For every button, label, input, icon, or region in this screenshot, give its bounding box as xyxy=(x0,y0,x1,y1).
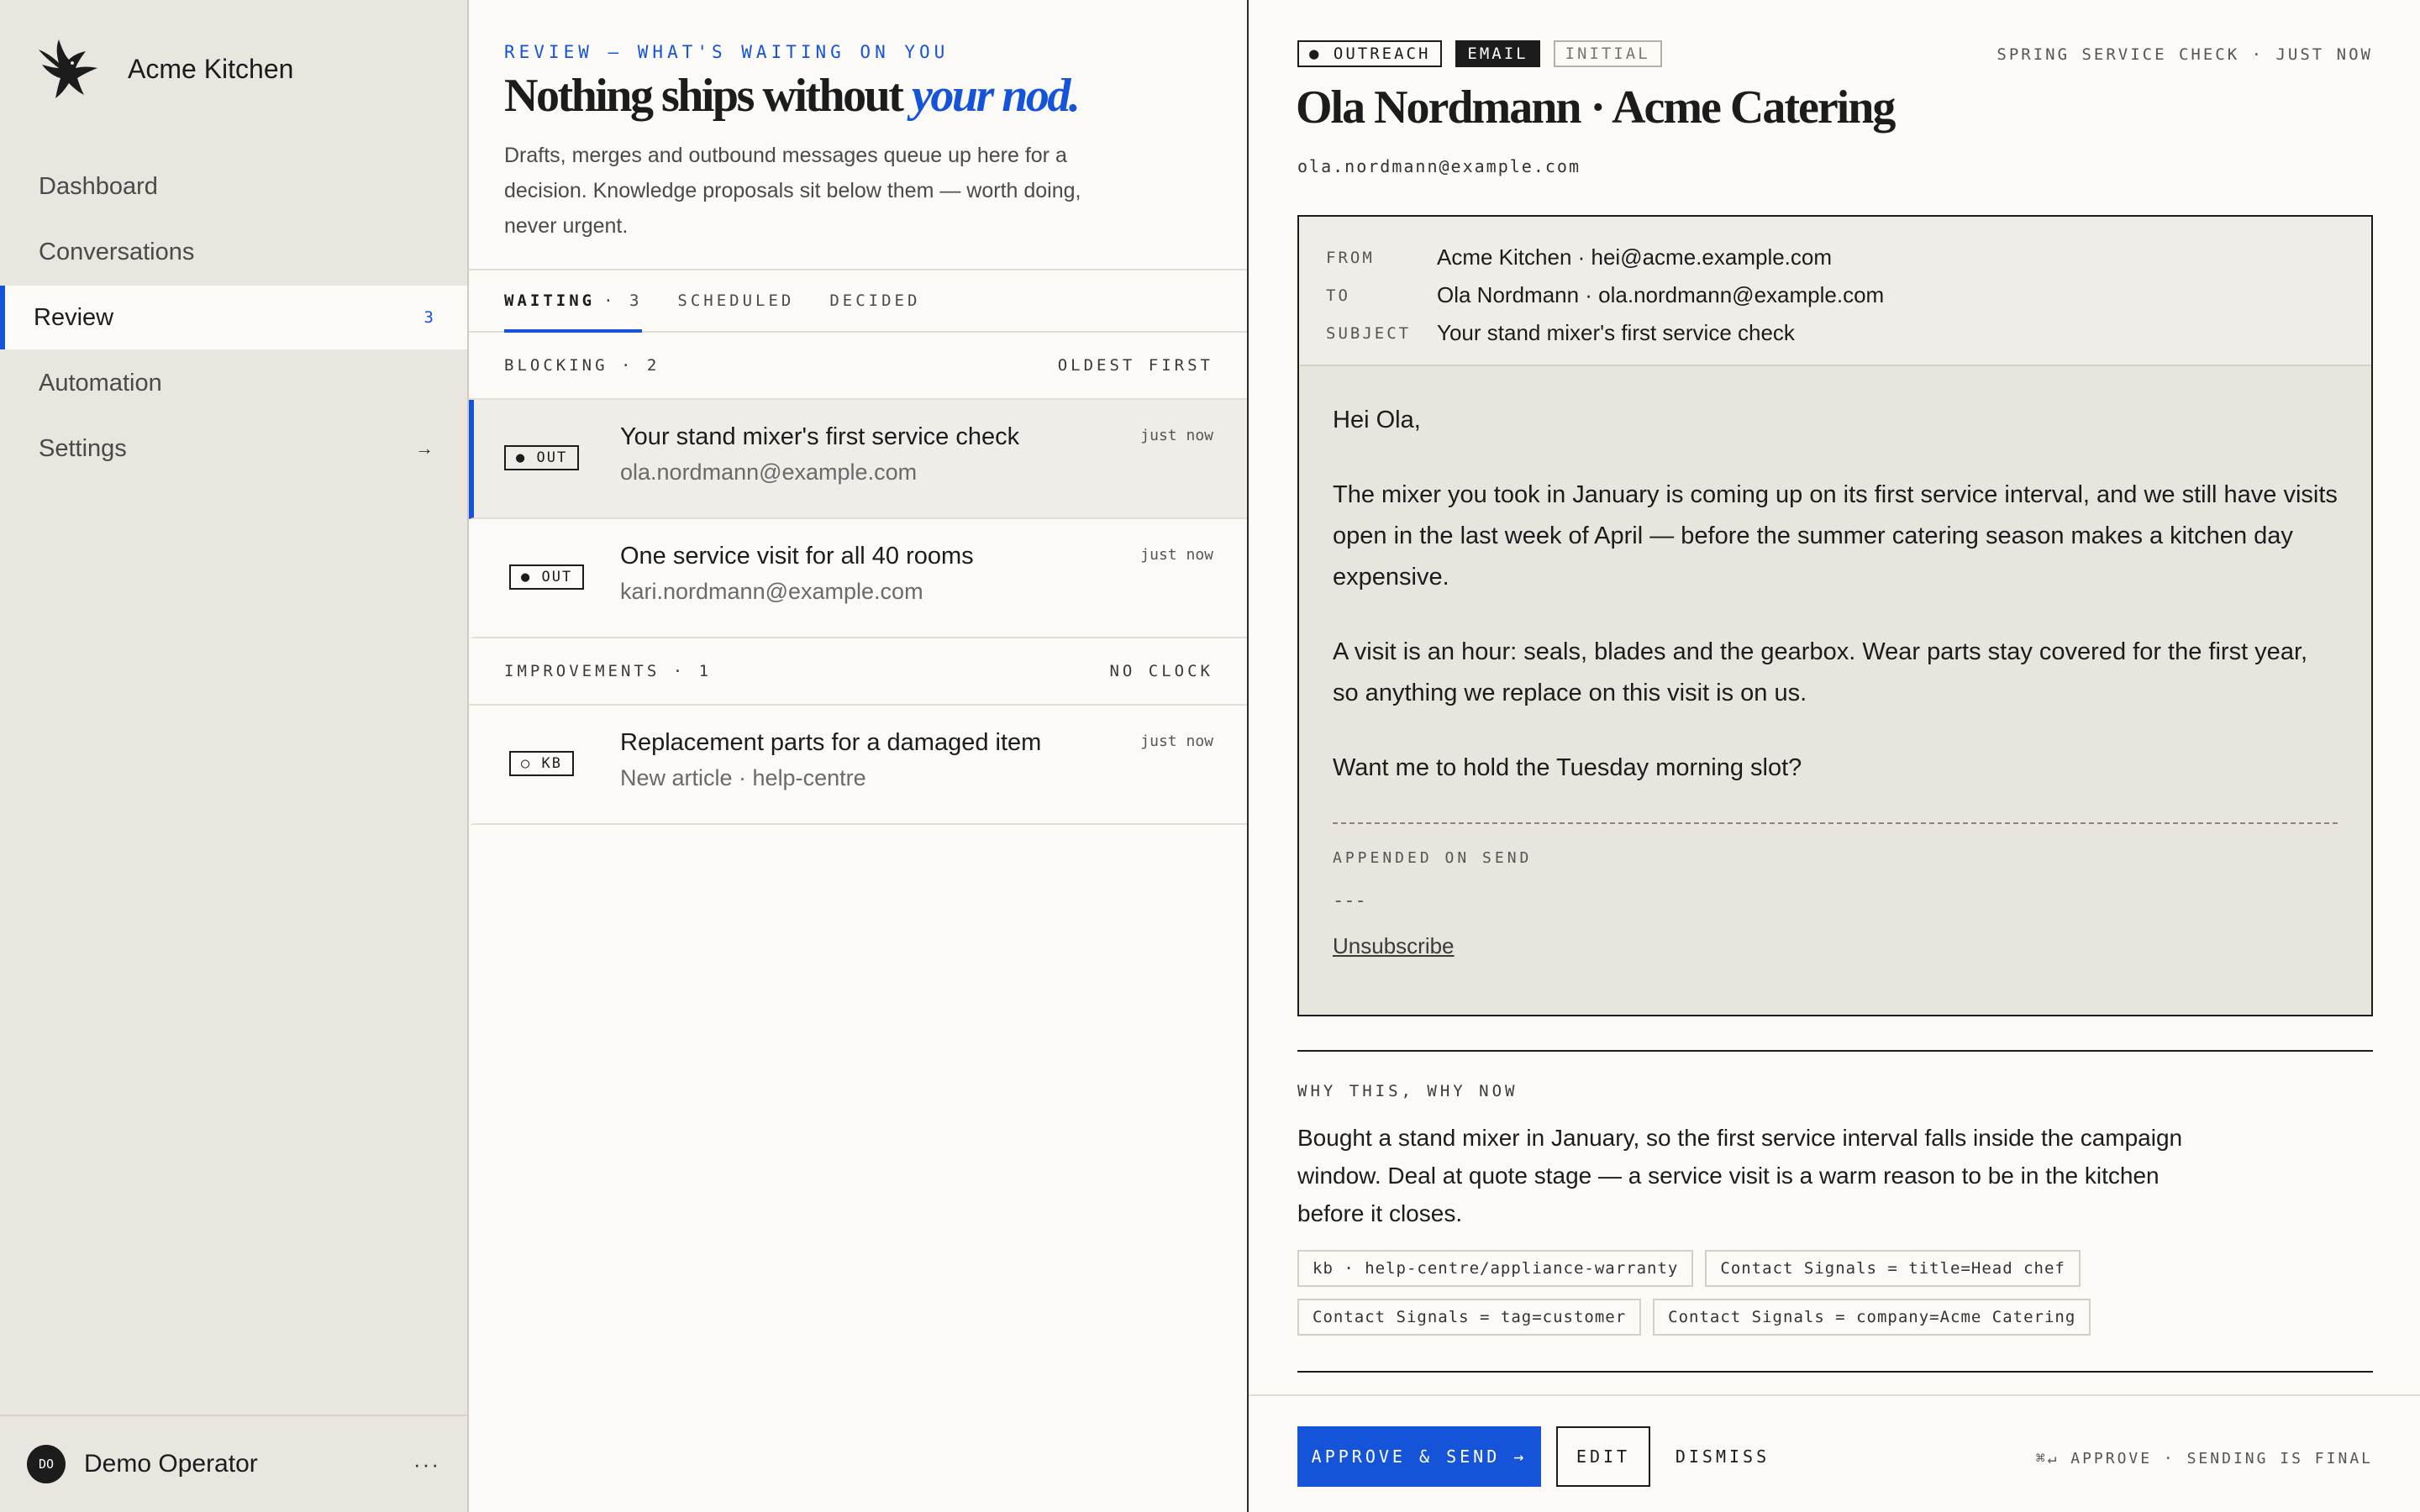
queue-header: REVIEW — WHAT'S WAITING ON YOU Nothing s… xyxy=(469,0,1247,270)
subject-value: Your stand mixer's first service check xyxy=(1437,320,1795,345)
sidebar-item-label: Settings xyxy=(39,434,127,462)
eagle-logo xyxy=(39,39,97,98)
sidebar-item-automation[interactable]: Automation xyxy=(0,351,467,415)
email-preview: FROM Acme Kitchen · hei@acme.example.com… xyxy=(1297,215,2373,1016)
why-label: WHY THIS, WHY NOW xyxy=(1297,1082,1518,1100)
group-sort[interactable]: OLDEST FIRST xyxy=(1058,356,1213,375)
outreach-chip: ● OUTREACH xyxy=(1297,40,1443,67)
email-header: FROM Acme Kitchen · hei@acme.example.com… xyxy=(1299,217,2371,366)
arrow-right-icon: → xyxy=(415,438,434,459)
sidebar: Acme Kitchen Dashboard Conversations Rev… xyxy=(0,0,469,1512)
from-value: Acme Kitchen · hei@acme.example.com xyxy=(1437,244,1833,270)
appended-label: APPENDED ON SEND xyxy=(1333,849,1533,867)
group-title: IMPROVEMENTS · 1 xyxy=(504,662,713,680)
detail-chips: ● OUTREACH EMAIL INITIAL xyxy=(1297,40,1676,67)
tab-label: SCHEDULED xyxy=(677,291,795,310)
detail-title: Ola Nordmann · Acme Catering xyxy=(1296,81,1896,134)
sidebar-item-review[interactable]: Review 3 xyxy=(0,286,467,349)
tab-scheduled[interactable]: SCHEDULED xyxy=(677,270,794,331)
list-item[interactable]: ● OUT One service visit for all 40 rooms… xyxy=(469,519,1247,638)
type-badge: ○ KB xyxy=(509,751,574,776)
item-subtitle: kari.nordmann@example.com xyxy=(620,579,923,604)
divider xyxy=(1297,1371,2373,1373)
to-value: Ola Nordmann · ola.nordmann@example.com xyxy=(1437,282,1885,307)
operator-name: Demo Operator xyxy=(84,1450,258,1478)
queue-description: Drafts, merges and outbound messages que… xyxy=(504,143,1081,238)
signal-chip[interactable]: kb · help-centre/appliance-warranty xyxy=(1297,1250,1694,1287)
item-subtitle: ola.nordmann@example.com xyxy=(620,459,918,485)
keyboard-hint: ⌘↵ APPROVE · SENDING IS FINAL xyxy=(2035,1450,2373,1467)
item-subtitle: New article · help-centre xyxy=(620,765,866,790)
queue-tabs: WAITING · 3 SCHEDULED DECIDED xyxy=(469,270,1247,333)
email-paragraph: The mixer you took in January is coming … xyxy=(1333,481,2338,591)
group-header-improvements: IMPROVEMENTS · 1 NO CLOCK xyxy=(469,638,1247,706)
signal-chip[interactable]: Contact Signals = title=Head chef xyxy=(1705,1250,2081,1287)
to-row: TO Ola Nordmann · ola.nordmann@example.c… xyxy=(1326,276,2344,314)
sidebar-item-label: Automation xyxy=(39,369,162,396)
unsubscribe-link[interactable]: Unsubscribe xyxy=(1299,911,2371,959)
tab-label: DECIDED xyxy=(829,291,921,310)
divider xyxy=(1297,1050,2373,1052)
sidebar-item-label: Review xyxy=(34,303,114,331)
campaign-meta: SPRING SERVICE CHECK · JUST NOW xyxy=(1996,45,2373,64)
review-queue: REVIEW — WHAT'S WAITING ON YOU Nothing s… xyxy=(469,0,1249,1512)
action-bar: APPROVE & SEND → EDIT DISMISS ⌘↵ APPROVE… xyxy=(1249,1394,2420,1512)
signature-dash: --- xyxy=(1333,890,1366,911)
signal-chip[interactable]: Contact Signals = company=Acme Catering xyxy=(1653,1299,2091,1336)
tab-decided[interactable]: DECIDED xyxy=(829,270,920,331)
approve-send-button[interactable]: APPROVE & SEND → xyxy=(1297,1426,1541,1487)
item-time: just now xyxy=(1140,546,1213,564)
from-label: FROM xyxy=(1326,248,1375,267)
to-label: TO xyxy=(1326,286,1350,305)
sidebar-nav: Dashboard Conversations Review 3 Automat… xyxy=(0,155,467,482)
email-paragraph: Hei Ola, xyxy=(1333,407,1421,433)
why-text: Bought a stand mixer in January, so the … xyxy=(1297,1125,2183,1226)
page-title-emphasis: your nod. xyxy=(911,70,1081,122)
brand[interactable]: Acme Kitchen xyxy=(34,35,293,102)
detail-panel: ● OUTREACH EMAIL INITIAL SPRING SERVICE … xyxy=(1249,0,2420,1512)
sidebar-item-label: Dashboard xyxy=(39,172,158,200)
sidebar-item-settings[interactable]: Settings → xyxy=(0,417,467,480)
email-body[interactable]: Hei Ola, The mixer you took in January i… xyxy=(1299,366,2371,789)
more-horizontal-icon[interactable]: ··· xyxy=(413,1452,440,1478)
sidebar-item-conversations[interactable]: Conversations xyxy=(0,220,467,284)
queue-eyebrow: REVIEW — WHAT'S WAITING ON YOU xyxy=(504,42,950,62)
edit-button[interactable]: EDIT xyxy=(1556,1426,1650,1487)
type-badge: ● OUT xyxy=(509,564,585,590)
item-time: just now xyxy=(1140,732,1213,750)
from-row: FROM Acme Kitchen · hei@acme.example.com xyxy=(1326,239,2344,276)
signal-chips: kb · help-centre/appliance-warranty Cont… xyxy=(1297,1250,2390,1347)
tab-count: · 3 xyxy=(603,291,643,310)
group-sort: NO CLOCK xyxy=(1109,662,1213,680)
brand-name: Acme Kitchen xyxy=(128,53,294,84)
group-header-blocking: BLOCKING · 2 OLDEST FIRST xyxy=(469,333,1247,400)
avatar: DO xyxy=(27,1445,66,1483)
email-chip: EMAIL xyxy=(1455,40,1540,67)
item-time: just now xyxy=(1140,427,1213,444)
sidebar-item-label: Conversations xyxy=(39,238,195,265)
tab-label: WAITING xyxy=(504,291,596,310)
review-count-badge: 3 xyxy=(424,308,434,327)
email-paragraph: A visit is an hour: seals, blades and th… xyxy=(1333,638,2308,706)
initial-chip: INITIAL xyxy=(1553,40,1662,67)
sidebar-item-dashboard[interactable]: Dashboard xyxy=(0,155,467,218)
subject-label: SUBJECT xyxy=(1326,323,1412,343)
tab-waiting[interactable]: WAITING · 3 xyxy=(504,270,643,333)
list-item[interactable]: ○ KB Replacement parts for a damaged ite… xyxy=(469,706,1247,825)
type-badge: ● OUT xyxy=(504,445,580,470)
list-item[interactable]: ● OUT Your stand mixer's first service c… xyxy=(469,400,1247,519)
dismiss-button[interactable]: DISMISS xyxy=(1664,1426,1781,1487)
page-title-main: Nothing ships without xyxy=(504,70,912,122)
operator-menu[interactable]: DO Demo Operator ··· xyxy=(0,1415,467,1512)
contact-email: ola.nordmann@example.com xyxy=(1297,156,1581,176)
page-title: Nothing ships without your nod. xyxy=(504,70,1213,123)
signal-chip[interactable]: Contact Signals = tag=customer xyxy=(1297,1299,1642,1336)
group-title: BLOCKING · 2 xyxy=(504,356,660,375)
subject-row: SUBJECT Your stand mixer's first service… xyxy=(1326,314,2344,352)
email-paragraph: Want me to hold the Tuesday morning slot… xyxy=(1333,754,1802,781)
